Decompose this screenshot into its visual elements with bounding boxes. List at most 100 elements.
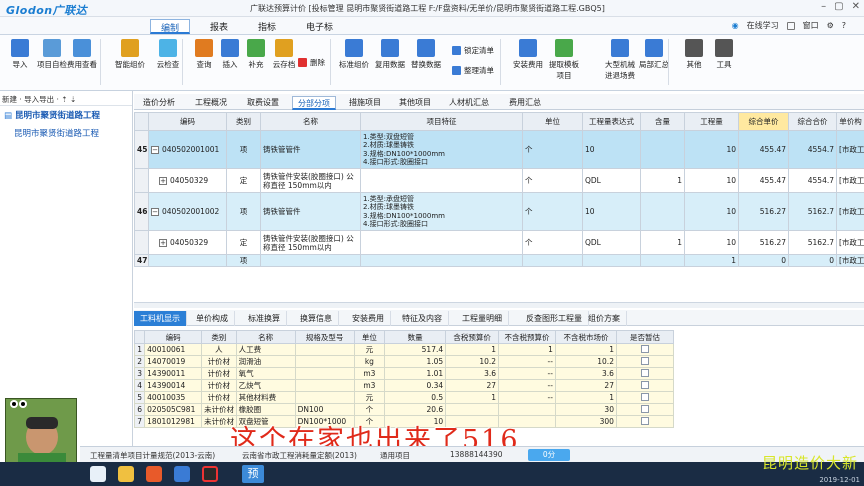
resource-column-header[interactable]: 单位 <box>353 330 386 344</box>
cell-total[interactable]: 5162.7 <box>788 192 837 231</box>
cell-type[interactable]: 项 <box>226 130 261 169</box>
cell-no[interactable] <box>134 168 149 193</box>
cell-total[interactable]: 4554.7 <box>788 168 837 193</box>
cell-qty[interactable]: 1 <box>684 254 739 267</box>
cell-type[interactable]: 项 <box>226 254 261 267</box>
cell-unit[interactable]: 个 <box>522 230 583 255</box>
detail-tab-8[interactable]: 组价方案 <box>582 311 627 326</box>
cell-ref[interactable]: [市政工 <box>836 230 864 255</box>
resource-cell-code[interactable]: 14390011 <box>144 367 203 380</box>
resource-cell-type[interactable]: 计价材 <box>201 391 237 404</box>
cell-no[interactable]: 47 <box>134 254 149 267</box>
ribbon-button-12[interactable]: 安装费用 <box>510 39 546 70</box>
resource-row[interactable]: 2 14070019 计价材 润滑油 kg 1.05 10.2 -- 10.2 <box>133 355 675 368</box>
resource-cell-unit[interactable]: 元 <box>353 391 386 404</box>
table-row[interactable]: 46−040502001002 项铸铁管管件 1.类型:承盘短管 2.材质:球墨铸铁… <box>134 192 864 231</box>
resource-cell-unit[interactable]: kg <box>353 355 386 368</box>
score-button[interactable]: 0分 <box>528 449 570 461</box>
column-header[interactable]: 编码 <box>148 112 227 131</box>
resource-cell-type[interactable]: 未计价材 <box>201 403 237 416</box>
table-row[interactable]: 47 项 1 0 0 [市政工 <box>134 254 864 267</box>
resource-cell-spec[interactable] <box>294 355 355 368</box>
resource-cell-name[interactable]: 人工费 <box>235 343 296 356</box>
resource-column-header[interactable]: 数量 <box>384 330 447 344</box>
estimate-checkbox[interactable] <box>640 368 649 377</box>
detail-tab-7[interactable]: 反查图形工程量 <box>520 311 589 326</box>
cell-code[interactable]: −040502001002 <box>148 192 227 231</box>
cell-no[interactable]: 45 <box>134 130 149 169</box>
resource-cell-p3[interactable]: 300 <box>554 415 617 428</box>
resource-cell-type[interactable]: 计价材 <box>201 379 237 392</box>
cell-ref[interactable]: [市政工 <box>836 168 864 193</box>
cell-total[interactable]: 0 <box>788 254 837 267</box>
column-header[interactable]: 工程量 <box>684 112 739 131</box>
resource-cell-p2[interactable]: -- <box>498 355 556 368</box>
resource-cell-no[interactable]: 3 <box>133 367 146 380</box>
tree-toolbar[interactable]: 新建 · 导入导出 · ⇡ ⇣ <box>0 91 132 106</box>
resource-column-header[interactable]: 规格及型号 <box>294 330 355 344</box>
ribbon-button-10[interactable]: 复用数据 <box>372 39 408 70</box>
table-row[interactable]: +04050329 定铸铁管件安装(胶圈接口) 公 称直径 150mm以内个 QDL… <box>134 168 864 193</box>
resource-cell-type[interactable]: 计价材 <box>201 367 237 380</box>
cell-unit_price[interactable]: 516.27 <box>738 230 789 255</box>
main-tab-6[interactable]: 人材机汇总 <box>444 96 494 110</box>
column-header[interactable]: 单价构 <box>836 112 864 131</box>
cell-type[interactable]: 定 <box>226 168 261 193</box>
tree-item-project[interactable]: ▤ 昆明市聚贤街道路工程 <box>0 106 132 124</box>
cell-total[interactable]: 5162.7 <box>788 230 837 255</box>
resource-cell-code[interactable]: 020505C981 <box>144 403 203 416</box>
resource-cell-p1[interactable]: 3.6 <box>445 367 500 380</box>
column-header[interactable]: 综合单价 <box>738 112 789 131</box>
ribbon-button-9[interactable]: 标准组价 <box>336 39 372 70</box>
start-icon[interactable] <box>90 466 106 482</box>
cell-feature[interactable] <box>360 254 523 267</box>
resource-cell-p2[interactable]: -- <box>498 391 556 404</box>
collapse-icon[interactable]: − <box>151 208 159 216</box>
resource-cell-qty[interactable]: 1.05 <box>384 355 447 368</box>
resource-cell-code[interactable]: 1801012981 <box>144 415 203 428</box>
resource-cell-p2[interactable]: 1 <box>498 343 556 356</box>
column-header[interactable]: 名称 <box>260 112 361 131</box>
menu-tab-report[interactable]: 报表 <box>200 19 238 34</box>
cell-expr[interactable]: 10 <box>582 130 641 169</box>
resource-column-header[interactable]: 编码 <box>144 330 203 344</box>
cell-unit_price[interactable]: 455.47 <box>738 168 789 193</box>
close-icon[interactable]: ✕ <box>852 1 860 12</box>
lock-list-button[interactable]: 锁定清单 <box>452 45 494 56</box>
menu-tab-edit[interactable]: 编制 <box>150 19 191 34</box>
cell-feature[interactable] <box>360 168 523 193</box>
cell-expr[interactable]: QDL <box>582 230 641 255</box>
cell-expr[interactable]: QDL <box>582 168 641 193</box>
column-header[interactable]: 类别 <box>226 112 261 131</box>
cell-type[interactable]: 定 <box>226 230 261 255</box>
resource-cell-p3[interactable]: 10.2 <box>554 355 617 368</box>
ribbon-button-4[interactable]: 云检查 <box>150 39 186 70</box>
ribbon-button-8[interactable]: 云存档 <box>266 39 302 70</box>
cell-name[interactable]: 铸铁管管件 <box>260 130 361 169</box>
resource-cell-no[interactable]: 6 <box>133 403 146 416</box>
cell-unit_price[interactable]: 516.27 <box>738 192 789 231</box>
record-icon[interactable] <box>202 466 218 482</box>
resource-cell-name[interactable]: 氧气 <box>235 367 296 380</box>
browser-icon[interactable] <box>146 466 162 482</box>
resource-cell-name[interactable]: 乙炔气 <box>235 379 296 392</box>
resource-cell-p3[interactable]: 27 <box>554 379 617 392</box>
resource-row[interactable]: 5 40010035 计价材 其他材料费元 0.5 1 -- 1 <box>133 391 675 404</box>
resource-cell-p1[interactable] <box>445 403 500 416</box>
resource-column-header[interactable]: 不含税市场价 <box>554 330 617 344</box>
main-tab-3[interactable]: 分部分项 <box>292 96 336 110</box>
cell-content[interactable]: 1 <box>640 168 685 193</box>
estimate-checkbox[interactable] <box>640 416 649 425</box>
cell-feature[interactable]: 1.类型:承盘短管 2.材质:球墨铸铁 3.规格:DN100*1000mm 4.… <box>360 192 523 231</box>
column-header[interactable]: 含量 <box>640 112 685 131</box>
cell-code[interactable] <box>148 254 227 267</box>
estimate-cell[interactable] <box>615 415 675 428</box>
cell-feature[interactable]: 1.类型:双盘短管 2.材质:球墨铸铁 3.规格:DN100*1000mm 4.… <box>360 130 523 169</box>
delete-button[interactable]: 删除 <box>298 57 325 68</box>
ribbon-button-0[interactable]: 导入 <box>2 39 38 70</box>
estimate-checkbox[interactable] <box>640 380 649 389</box>
resource-cell-spec[interactable] <box>294 367 355 380</box>
column-header[interactable]: 工程量表达式 <box>582 112 641 131</box>
organize-list-button[interactable]: 整理清单 <box>452 65 494 76</box>
cell-expr[interactable]: 10 <box>582 192 641 231</box>
